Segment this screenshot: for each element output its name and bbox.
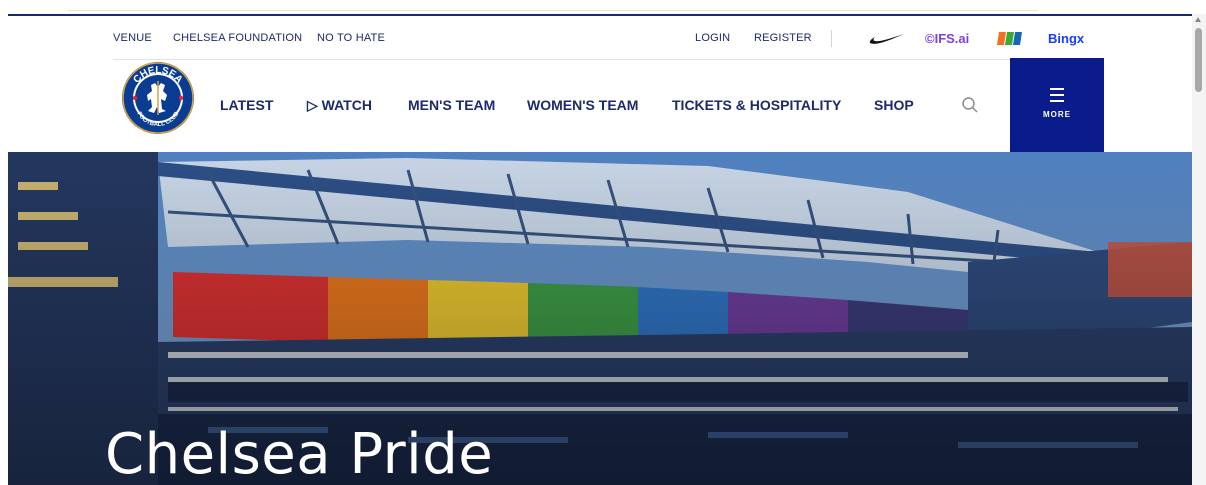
ifs-sponsor-logo[interactable]: ©IFS.ai [925,31,969,46]
no-to-hate-link[interactable]: NO TO HATE [317,32,385,44]
nav-latest[interactable]: LATEST [220,97,273,113]
register-link[interactable]: REGISTER [754,32,812,44]
header-top-rule [8,14,1192,16]
nav-tickets-hospitality[interactable]: TICKETS & HOSPITALITY [672,97,841,113]
nav-watch[interactable]: ▷ WATCH [307,97,372,114]
bingx-sponsor-logo[interactable]: Bingx [1048,31,1084,46]
scroll-up-arrow-icon[interactable] [1195,17,1201,22]
chelsea-foundation-link[interactable]: CHELSEA FOUNDATION [173,32,302,44]
venue-link[interactable]: VENUE [113,32,152,44]
main-navigation: CHELSEA FOOTBALL CLUB LATEST ▷ WATCH MEN… [113,58,1108,153]
utility-bar: VENUE CHELSEA FOUNDATION NO TO HATE LOGI… [113,17,1093,60]
nav-mens-team[interactable]: MEN'S TEAM [408,97,495,113]
search-icon[interactable] [961,96,979,114]
login-link[interactable]: LOGIN [695,32,730,44]
chelsea-crest-logo[interactable]: CHELSEA FOOTBALL CLUB [121,61,195,135]
fpt-sponsor-logo-icon[interactable] [997,32,1023,45]
top-line [68,0,1038,11]
nav-womens-team[interactable]: WOMEN'S TEAM [527,97,638,113]
nav-shop[interactable]: SHOP [874,97,914,113]
hamburger-icon [1050,88,1064,106]
scrollbar-thumb[interactable] [1195,28,1202,92]
more-label: MORE [1043,110,1071,119]
utility-divider [831,30,832,47]
hero-title: Chelsea Pride [105,422,494,485]
hero-banner: Chelsea Pride [8,152,1192,485]
more-menu-button[interactable]: MORE [1010,58,1104,153]
nike-logo-icon[interactable] [869,32,905,46]
